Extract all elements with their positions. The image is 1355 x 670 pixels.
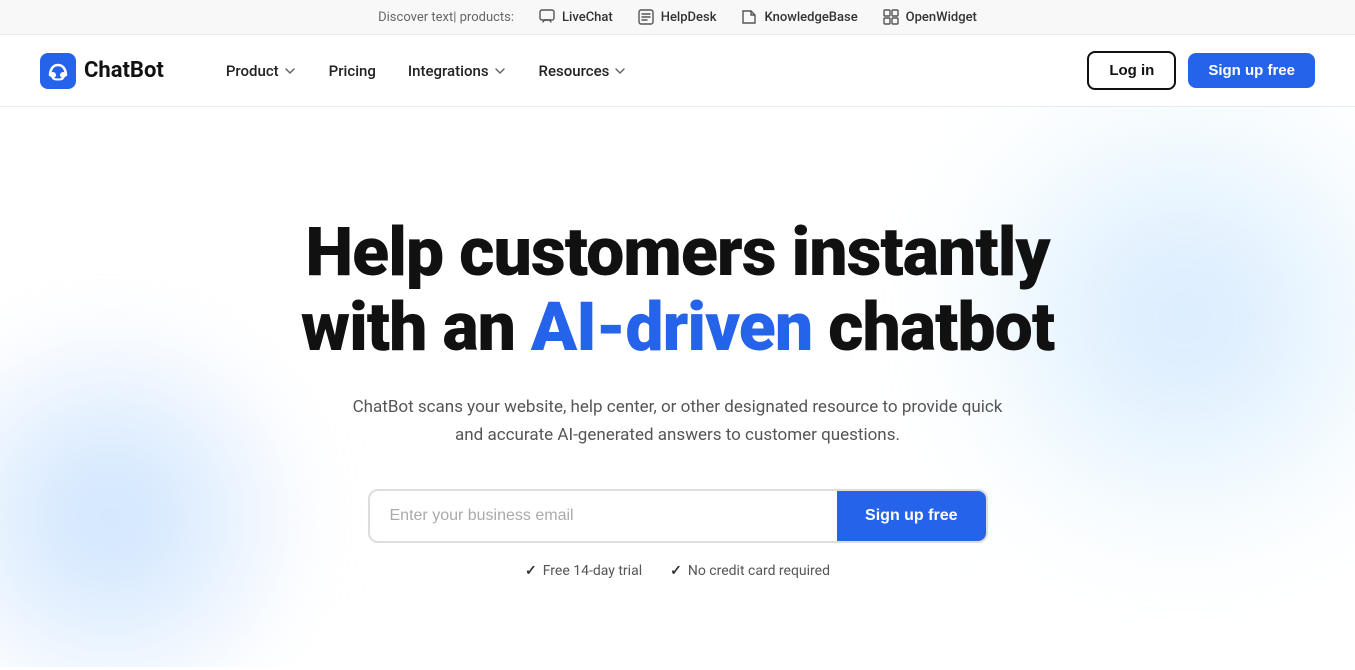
signup-nav-button[interactable]: Sign up free [1188, 53, 1315, 88]
nav-links: Product Pricing Integrations Resources [212, 54, 1087, 88]
hero-perks: ✓ Free 14-day trial ✓ No credit card req… [301, 563, 1055, 579]
banner-knowledgebase[interactable]: KnowledgeBase [740, 8, 857, 26]
helpdesk-icon [637, 8, 655, 26]
logo-icon [40, 53, 76, 89]
hero-content: Help customers instantly with an AI-driv… [281, 155, 1075, 619]
product-chevron-icon [283, 64, 297, 78]
integrations-chevron-icon [493, 64, 507, 78]
check-trial-icon: ✓ [525, 563, 537, 579]
logo-link[interactable]: ChatBot [40, 53, 164, 89]
discover-label: Discover text| products: [378, 10, 514, 25]
email-input[interactable] [370, 491, 838, 541]
signup-hero-button[interactable]: Sign up free [837, 491, 985, 541]
openwidget-icon [882, 8, 900, 26]
banner-helpdesk[interactable]: HelpDesk [637, 8, 717, 26]
resources-chevron-icon [613, 64, 627, 78]
hero-subtitle: ChatBot scans your website, help center,… [338, 393, 1018, 449]
perk-trial: ✓ Free 14-day trial [525, 563, 642, 579]
login-button[interactable]: Log in [1087, 51, 1176, 90]
hero-title-highlight: AI-driven [531, 287, 812, 367]
nav-actions: Log in Sign up free [1087, 51, 1315, 90]
livechat-icon [538, 8, 556, 26]
top-banner: Discover text| products: LiveChat HelpDe… [0, 0, 1355, 35]
banner-openwidget[interactable]: OpenWidget [882, 8, 977, 26]
hero-title: Help customers instantly with an AI-driv… [301, 215, 1055, 365]
navbar: ChatBot Product Pricing Integrations Res… [0, 35, 1355, 107]
banner-livechat[interactable]: LiveChat [538, 8, 613, 26]
hero-form: Sign up free [368, 489, 988, 543]
nav-product[interactable]: Product [212, 54, 311, 88]
nav-resources[interactable]: Resources [525, 54, 642, 88]
bg-blob-left [0, 327, 300, 667]
hero-section: Help customers instantly with an AI-driv… [0, 107, 1355, 667]
nav-pricing[interactable]: Pricing [315, 54, 390, 88]
logo-text: ChatBot [84, 58, 164, 83]
perk-nocredit: ✓ No credit card required [670, 563, 830, 579]
check-nocredit-icon: ✓ [670, 563, 682, 579]
knowledgebase-icon [740, 8, 758, 26]
nav-integrations[interactable]: Integrations [394, 54, 521, 88]
